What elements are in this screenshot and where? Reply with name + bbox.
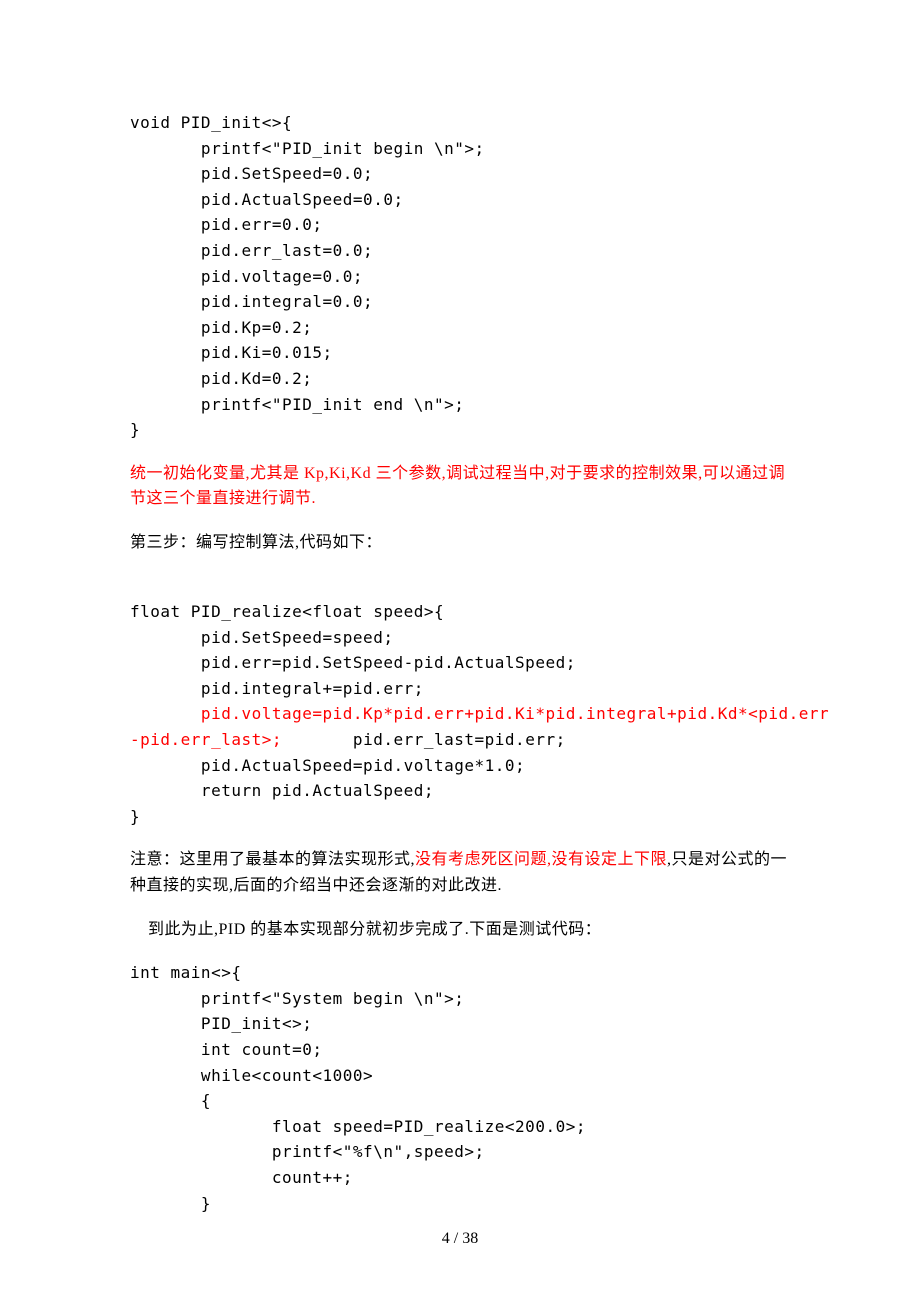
code-block-main: int main<>{ printf<"System begin \n">; P… [130,960,790,1216]
paragraph-init-note: 统一初始化变量,尤其是 Kp,Ki,Kd 三个参数,调试过程当中,对于要求的控制… [130,461,790,512]
paragraph-note: 注意：这里用了最基本的算法实现形式,没有考虑死区问题,没有设定上下限,只是对公式… [130,847,790,898]
code-line-highlight: -pid.err_last>; [130,730,282,749]
code-block-pid-realize: float PID_realize<float speed>{ pid.SetS… [130,574,790,830]
code-line-highlight: pid.voltage=pid.Kp*pid.err+pid.Ki*pid.in… [130,704,829,723]
code-line: return pid.ActualSpeed; [130,781,434,800]
page-number: 4 / 38 [0,1226,920,1252]
code-line: float PID_realize<float speed>{ [130,602,444,621]
code-line: pid.SetSpeed=speed; [130,628,393,647]
code-line: pid.err_last=pid.err; [282,730,566,749]
code-line: } [130,807,140,826]
document-page: void PID_init<>{ printf<"PID_init begin … [0,0,920,1302]
code-block-pid-init: void PID_init<>{ printf<"PID_init begin … [130,110,790,443]
code-line: pid.ActualSpeed=pid.voltage*1.0; [130,756,525,775]
paragraph-conclusion: 到此为止,PID 的基本实现部分就初步完成了.下面是测试代码： [130,917,790,943]
code-line: pid.err=pid.SetSpeed-pid.ActualSpeed; [130,653,576,672]
code-line: pid.integral+=pid.err; [130,679,424,698]
step3-heading: 第三步：编写控制算法,代码如下： [130,530,790,556]
note-highlight: 没有考虑死区问题,没有设定上下限 [415,851,667,868]
note-prefix: 注意：这里用了最基本的算法实现形式, [130,851,415,868]
